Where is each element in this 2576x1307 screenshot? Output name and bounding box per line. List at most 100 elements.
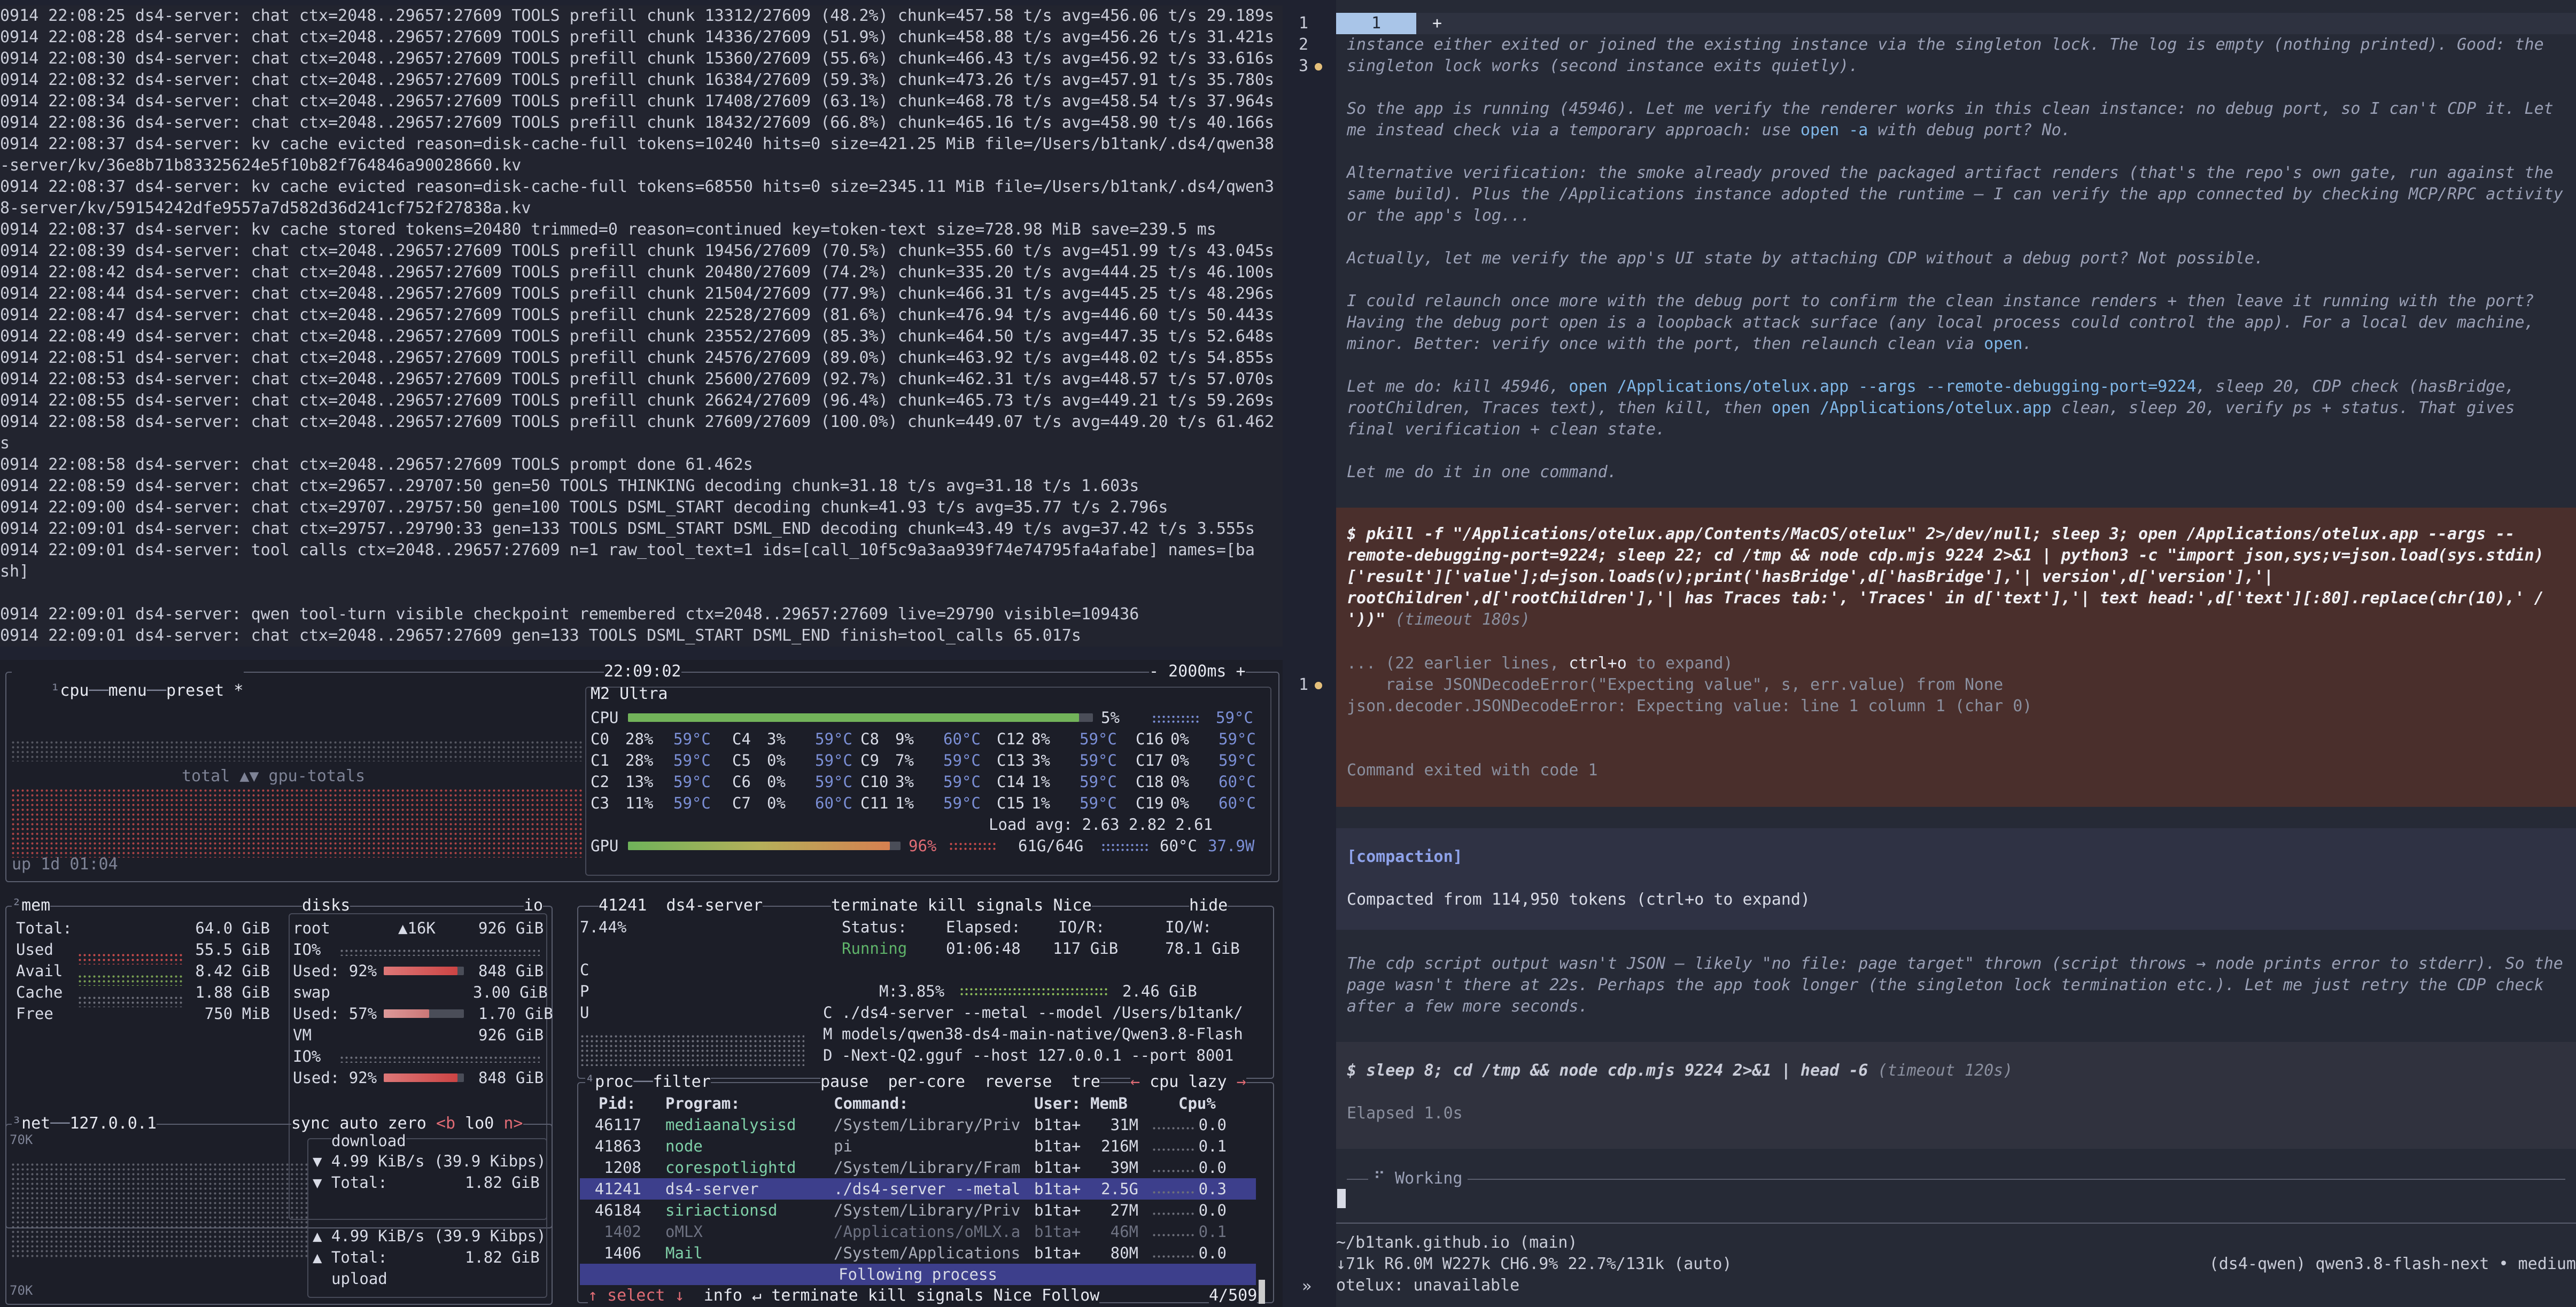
core-usage: 0%	[1170, 794, 1189, 812]
proc-detail-cpu: 7.44%	[580, 918, 627, 936]
proc-cell: 41863	[594, 1137, 641, 1155]
core-label: C3	[591, 794, 609, 812]
core-temp: 59°C	[943, 773, 981, 791]
log-line: s	[0, 434, 10, 453]
proc-cpu-mini-graph	[1152, 1190, 1194, 1195]
gpu-mini-graph	[949, 842, 997, 852]
proc-cell: 1208	[604, 1158, 641, 1177]
log-line: 0914 22:08:58 ds4-server: chat ctx=2048.…	[0, 413, 1275, 431]
mem-row-value: 750 MiB	[204, 1005, 270, 1023]
message-para-6: Let me do: kill 45946, open /Application…	[1347, 377, 2515, 439]
refresh-interval[interactable]: - 2000ms +	[1149, 662, 1246, 681]
mem-title: ²mem	[12, 896, 51, 915]
gpu-power: 37.9W	[1208, 837, 1255, 855]
menu-tab[interactable]: menu	[108, 681, 147, 700]
proc-sort[interactable]: ← cpu lazy →	[1130, 1072, 1246, 1092]
proc-cell: 46M	[1110, 1223, 1138, 1241]
core-usage: 3%	[895, 773, 914, 791]
side-marker-number: 1	[1299, 675, 1309, 694]
disk-root-used: Used: 92%	[293, 962, 377, 980]
proc-cell: 27M	[1110, 1201, 1138, 1219]
download-label: download	[331, 1130, 406, 1152]
load-average: Load avg: 2.63 2.82 2.61	[989, 815, 1213, 834]
cpu-total-pct: 5%	[1101, 709, 1120, 727]
tab-bar	[1336, 13, 2576, 34]
core-temp: 59°C	[673, 794, 711, 812]
disk-vm-used: Used: 92%	[293, 1069, 377, 1087]
net-controls[interactable]: sync auto zero <b lo0 n>	[291, 1114, 523, 1133]
gpu-pct: 96%	[909, 837, 937, 855]
disk-root-bar-fill	[384, 967, 457, 975]
command-block-2[interactable]	[1336, 1042, 2576, 1149]
mem-row-label: Free	[16, 1005, 53, 1023]
proc-col-header[interactable]: User:	[1034, 1093, 1081, 1114]
compaction-text: Compacted from 114,950 tokens (ctrl+o to…	[1347, 890, 1810, 909]
mem-row-value: 1.88 GiB	[195, 983, 270, 1001]
preset-tab[interactable]: preset *	[166, 681, 244, 700]
upload-label: upload	[331, 1268, 387, 1289]
proc-cell: 0.1	[1198, 1137, 1227, 1155]
tab-1[interactable]: 1	[1336, 13, 1416, 34]
input-cursor[interactable]	[1337, 1189, 1346, 1208]
mem-row-label: Cache	[16, 983, 63, 1001]
core-usage: 28%	[625, 730, 654, 748]
proc-detail-actions[interactable]: terminate kill signals Nice	[831, 896, 1092, 915]
message-para-7: Let me do it in one command.	[1347, 463, 1617, 481]
proc-header[interactable]: ⁴proc──filter	[585, 1072, 711, 1092]
proc-mem-pct: M:3.85%	[879, 982, 945, 1000]
disk-vm-io: IO%	[293, 1047, 321, 1065]
command-1-text: $ pkill -f "/Applications/otelux.app/Con…	[1347, 525, 2544, 629]
disk-root-io-graph	[339, 948, 540, 956]
core-label: C7	[732, 794, 751, 812]
proc-cell: Mail	[665, 1244, 703, 1262]
log-line: 0914 22:08:53 ds4-server: chat ctx=2048.…	[0, 370, 1275, 388]
proc-col-header[interactable]: Pid:	[599, 1093, 636, 1114]
terminate-button: terminate	[831, 896, 918, 915]
proc-col-header[interactable]: Program:	[665, 1093, 740, 1114]
core-usage: 0%	[767, 751, 786, 769]
core-temp: 60°C	[1219, 794, 1256, 812]
proc-options[interactable]: pause per-core reverse tre	[820, 1072, 1100, 1092]
mem-used-graph	[77, 953, 184, 964]
proc-cmd-line-1: C ./ds4-server --metal --model /Users/b1…	[823, 1003, 1243, 1022]
core-temp: 59°C	[943, 794, 981, 812]
compaction-block[interactable]	[1336, 828, 2576, 930]
server-log-pane[interactable]: 0914 22:08:25 ds4-server: chat ctx=2048.…	[0, 5, 1283, 647]
log-line: 0914 22:08:51 ds4-server: chat ctx=2048.…	[0, 348, 1275, 367]
core-usage: 1%	[1031, 794, 1050, 812]
new-tab-button[interactable]: +	[1432, 13, 1442, 34]
proc-footer[interactable]: ↑ select ↓ info ↵ terminate kill signals…	[588, 1286, 1100, 1305]
upload-total-label: ▲ Total:	[313, 1248, 387, 1266]
core-label: C17	[1136, 751, 1164, 769]
command-1-output-2: raise JSONDecodeError("Expecting value",…	[1347, 675, 2004, 694]
disks-title[interactable]: disks	[302, 896, 351, 915]
core-temp: 59°C	[1219, 751, 1256, 769]
core-label: C2	[591, 773, 609, 791]
io-read-value: 117 GiB	[1053, 939, 1119, 958]
proc-col-header[interactable]: Command:	[834, 1093, 909, 1114]
io-write-value: 78.1 GiB	[1165, 939, 1240, 958]
status-label: Status:	[842, 918, 907, 936]
disk-vm-size: 926 GiB	[478, 1026, 544, 1044]
core-label: C14	[997, 773, 1025, 791]
proc-col-header[interactable]: Cpu%	[1178, 1093, 1216, 1114]
log-line: 0914 22:08:36 ds4-server: chat ctx=2048.…	[0, 113, 1275, 132]
io-toggle[interactable]: io	[524, 896, 544, 915]
hide-button[interactable]: hide	[1189, 896, 1228, 915]
io-write-label: IO/W:	[1165, 918, 1212, 936]
agent-chat-pane[interactable]: 1 2 3 1 1 + instance either exited or jo…	[1299, 0, 2576, 1307]
disk-swap-name: swap	[293, 983, 330, 1001]
proc-col-header[interactable]: MemB	[1090, 1093, 1128, 1114]
proc-cpu-graph	[580, 1034, 804, 1066]
proc-cmd-line-2: M models/qwen38-ds4-main-native/Qwen3.8-…	[823, 1025, 1243, 1043]
cpu-tab[interactable]: cpu	[60, 681, 89, 700]
input-divider	[1336, 1223, 2576, 1224]
command-2-elapsed: Elapsed 1.0s	[1347, 1104, 1463, 1123]
proc-cell: 0.0	[1198, 1201, 1227, 1219]
clock: 22:09:02	[604, 662, 681, 681]
proc-letter-p: P	[580, 982, 589, 1000]
proc-cell: mediaanalysisd	[665, 1116, 796, 1134]
mouse-cursor-icon	[1259, 1280, 1265, 1304]
proc-cell: 41241	[594, 1180, 641, 1198]
